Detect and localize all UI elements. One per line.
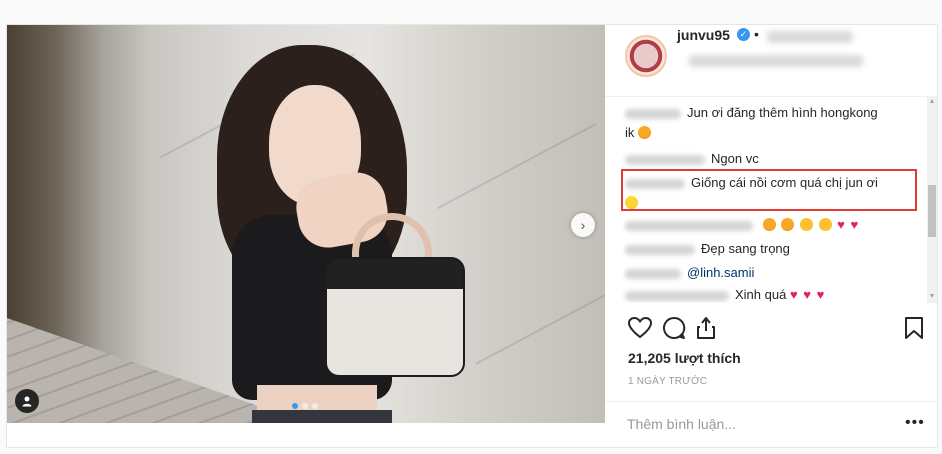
- comment-text: Jun ơi đăng thêm hình hongkong: [687, 105, 878, 120]
- star-struck-emoji-icon: [638, 126, 652, 139]
- post-photo[interactable]: ›: [7, 25, 605, 423]
- blurred-username: [625, 290, 729, 301]
- comment-text: Ngon vc: [711, 151, 759, 166]
- comment-item: ♥ ♥: [625, 217, 860, 232]
- highlight-box: [621, 169, 917, 211]
- add-comment-section: •••: [605, 401, 937, 447]
- more-options-icon[interactable]: •••: [905, 414, 925, 432]
- gallery-dot: [312, 403, 318, 409]
- mention-link[interactable]: @linh.samii: [687, 265, 754, 280]
- blurred-username: [625, 154, 705, 165]
- like-count[interactable]: 21,205 lượt thích: [628, 350, 741, 366]
- comment-item: Ngon vc: [625, 151, 759, 166]
- heart-emoji-icon: ♥: [803, 287, 812, 302]
- add-comment-input[interactable]: [627, 414, 897, 434]
- marble-vein: [437, 122, 597, 210]
- marble-vein: [475, 287, 605, 365]
- post-timestamp[interactable]: 1 NGÀY TRƯỚC: [628, 376, 707, 387]
- blurred-location: [689, 55, 863, 67]
- comment-item: Đẹp sang trọng: [625, 241, 790, 256]
- blurred-username: [625, 108, 681, 119]
- bookmark-icon[interactable]: [901, 315, 927, 341]
- heart-emoji-icon: ♥: [816, 287, 825, 302]
- comment-item: Jun ơi đăng thêm hình hongkong: [625, 105, 878, 120]
- tagged-user-icon[interactable]: [15, 389, 39, 413]
- comment-text: Xinh quá: [735, 287, 787, 302]
- comments-list: Jun ơi đăng thêm hình hongkong ik Ngon v…: [605, 97, 937, 303]
- blurred-username: [625, 244, 695, 255]
- action-bar: [605, 315, 937, 345]
- chevron-right-icon: ›: [580, 217, 586, 233]
- heart-emoji-icon: ♥: [837, 217, 845, 232]
- kiss-emoji-icon: [799, 218, 813, 231]
- next-image-button[interactable]: ›: [571, 213, 595, 237]
- comment-item-continued: ik: [625, 125, 653, 140]
- scroll-down-arrow-icon[interactable]: ▼: [928, 293, 936, 300]
- comment-item: Xinh quá ♥ ♥ ♥: [625, 287, 826, 302]
- post-card: › junvu95 ✓ • Jun ơi đăng thêm hình hong…: [6, 24, 938, 448]
- jeans: [252, 410, 392, 423]
- star-struck-emoji-icon: [781, 218, 795, 231]
- gallery-dot-active: [292, 403, 298, 409]
- header-separator: •: [754, 26, 759, 42]
- gallery-dot: [302, 403, 308, 409]
- blurred-follow-text: [767, 31, 853, 43]
- star-struck-emoji-icon: [762, 218, 776, 231]
- kiss-emoji-icon: [818, 218, 832, 231]
- comment-bubble-icon[interactable]: [661, 315, 687, 341]
- comment-item: @linh.samii: [625, 265, 754, 280]
- username[interactable]: junvu95: [677, 27, 730, 43]
- post-sidebar: junvu95 ✓ • Jun ơi đăng thêm hình hongko…: [605, 25, 937, 447]
- handbag: [325, 257, 465, 377]
- blurred-username: [625, 220, 753, 231]
- scroll-thumb[interactable]: [928, 185, 936, 237]
- post-header: junvu95 ✓ •: [605, 25, 937, 97]
- scroll-up-arrow-icon[interactable]: ▲: [928, 98, 936, 105]
- verified-badge-icon: ✓: [737, 28, 750, 41]
- gallery-indicator: [292, 403, 318, 409]
- comment-text: Đẹp sang trọng: [701, 241, 790, 256]
- person-icon: [22, 396, 32, 407]
- heart-emoji-icon: ♥: [789, 287, 798, 302]
- comments-scrollbar[interactable]: ▲ ▼: [927, 97, 937, 303]
- like-heart-icon[interactable]: [627, 315, 653, 341]
- blurred-username: [625, 268, 681, 279]
- avatar[interactable]: [625, 35, 667, 77]
- comment-text: ik: [625, 125, 635, 140]
- share-icon[interactable]: [693, 315, 719, 341]
- heart-emoji-icon: ♥: [850, 217, 859, 232]
